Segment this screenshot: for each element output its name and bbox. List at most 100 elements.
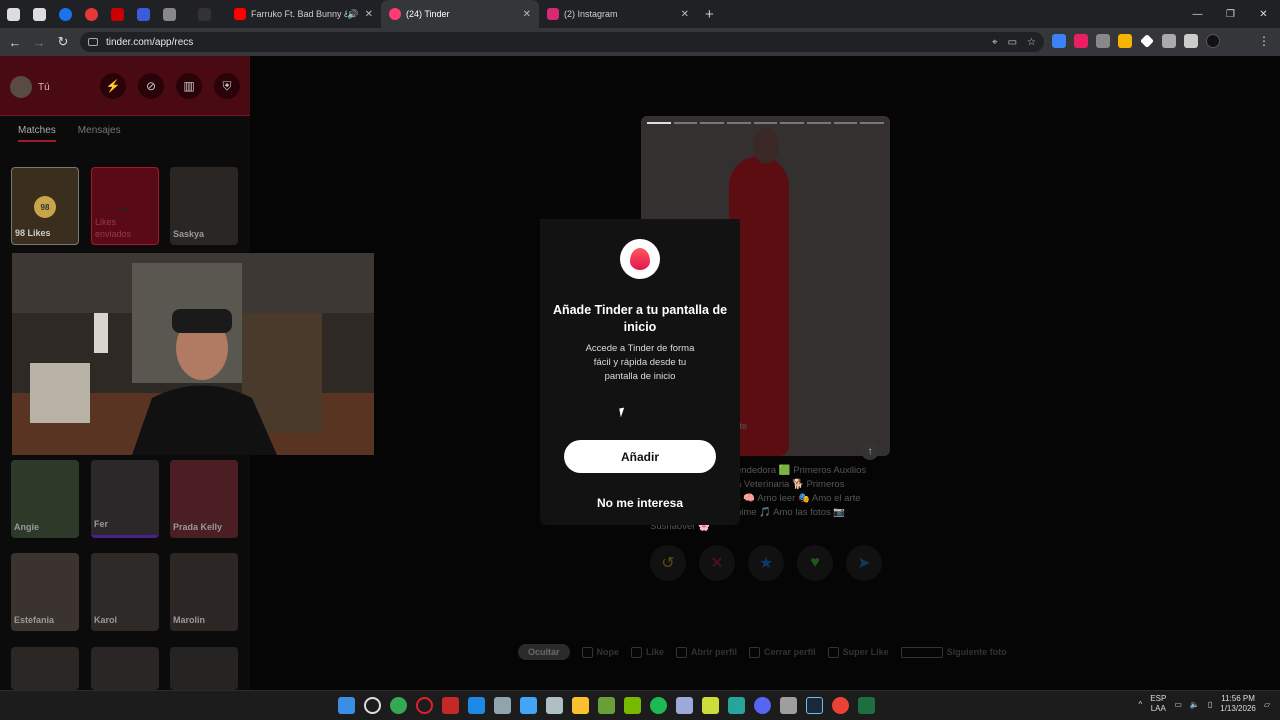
like-icon[interactable]: ♥ bbox=[797, 545, 833, 581]
back-button[interactable]: ← bbox=[3, 35, 27, 50]
open-profile-icon[interactable]: ↑ bbox=[861, 442, 879, 460]
menu-icon[interactable]: ⋮ bbox=[1258, 34, 1270, 48]
pinned-tab[interactable] bbox=[104, 0, 130, 28]
app-icon[interactable] bbox=[546, 697, 563, 714]
language-indicator[interactable]: ESP LAA bbox=[1150, 694, 1166, 714]
steam-icon[interactable] bbox=[806, 697, 823, 714]
super-like-icon[interactable]: ★ bbox=[748, 545, 784, 581]
reading-list-icon[interactable] bbox=[1184, 34, 1198, 48]
windows-start-icon[interactable] bbox=[338, 697, 355, 714]
extension-icon[interactable] bbox=[1118, 34, 1132, 48]
close-tab-icon[interactable]: ✕ bbox=[523, 9, 531, 20]
tab-youtube[interactable]: Farruko Ft. Bad Bunny & La 🔊 ✕ bbox=[226, 0, 381, 28]
match-card[interactable] bbox=[170, 647, 238, 690]
restore-button[interactable]: ❐ bbox=[1214, 0, 1247, 28]
battery-icon[interactable]: ▯ bbox=[1208, 700, 1212, 709]
app-icon[interactable] bbox=[702, 697, 719, 714]
match-card[interactable]: Saskya bbox=[170, 167, 238, 245]
tab-tinder[interactable]: (24) Tinder ✕ bbox=[381, 0, 539, 28]
search-icon[interactable] bbox=[364, 697, 381, 714]
photo-indicator[interactable] bbox=[700, 122, 725, 124]
pinned-tab[interactable] bbox=[78, 0, 104, 28]
bookmark-star-icon[interactable]: ☆ bbox=[1027, 37, 1036, 48]
explore-icon[interactable]: ⊘ bbox=[138, 73, 164, 99]
photo-indicator[interactable] bbox=[833, 122, 858, 124]
match-card[interactable]: Marolin bbox=[170, 553, 238, 631]
nvidia-icon[interactable] bbox=[624, 697, 641, 714]
tab-instagram[interactable]: (2) Instagram ✕ bbox=[539, 0, 697, 28]
extension-icon[interactable] bbox=[1096, 34, 1110, 48]
cast-icon[interactable]: ▭ bbox=[1008, 37, 1017, 48]
app-icon[interactable] bbox=[494, 697, 511, 714]
nope-icon[interactable]: ✕ bbox=[699, 545, 735, 581]
boost-icon[interactable]: ⚡ bbox=[100, 73, 126, 99]
clock[interactable]: 11:56 PM 1/13/2026 bbox=[1220, 694, 1256, 714]
photo-indicator[interactable] bbox=[753, 122, 778, 124]
volume-icon[interactable]: 🔈 bbox=[1190, 700, 1200, 709]
minimize-button[interactable]: — bbox=[1181, 0, 1214, 28]
opera-icon[interactable] bbox=[416, 697, 433, 714]
match-card[interactable] bbox=[11, 647, 79, 690]
reload-button[interactable]: ↻ bbox=[51, 34, 75, 50]
close-window-button[interactable]: ✕ bbox=[1247, 0, 1280, 28]
photo-indicator[interactable] bbox=[780, 122, 805, 124]
vpn-icon[interactable] bbox=[676, 697, 693, 714]
photo-indicator[interactable] bbox=[727, 122, 751, 124]
pinned-tab[interactable] bbox=[130, 0, 156, 28]
match-card[interactable]: Estefania bbox=[11, 553, 79, 631]
app-icon[interactable] bbox=[780, 697, 797, 714]
new-tab-button[interactable]: + bbox=[705, 6, 714, 23]
chrome-icon[interactable] bbox=[832, 697, 849, 714]
spotify-icon[interactable] bbox=[650, 697, 667, 714]
hide-hints-button[interactable]: Ocultar bbox=[518, 644, 570, 660]
app-icon[interactable] bbox=[598, 697, 615, 714]
photo-indicator[interactable] bbox=[673, 122, 698, 124]
photo-indicator[interactable] bbox=[647, 122, 671, 124]
match-card[interactable]: Prada Kelly bbox=[170, 460, 238, 538]
location-icon[interactable]: ⌖ bbox=[992, 37, 998, 48]
likes-sent-card[interactable]: ➜ Likes enviados bbox=[91, 167, 159, 245]
pinned-tab[interactable] bbox=[156, 0, 182, 28]
address-bar[interactable]: tinder.com/app/recs ⌖ ▭ ☆ bbox=[80, 32, 1044, 52]
app-icon[interactable] bbox=[442, 697, 459, 714]
match-card[interactable]: Fer bbox=[91, 460, 159, 538]
photo-indicator[interactable] bbox=[860, 122, 885, 124]
site-info-icon[interactable] bbox=[88, 38, 98, 46]
avatar[interactable] bbox=[1206, 34, 1220, 48]
not-interested-button[interactable]: No me interesa bbox=[540, 496, 740, 510]
pinned-tab[interactable] bbox=[0, 0, 26, 28]
file-explorer-icon[interactable] bbox=[572, 697, 589, 714]
match-card[interactable] bbox=[91, 647, 159, 690]
profile-label[interactable]: Tú bbox=[38, 82, 50, 93]
briefcase-icon[interactable]: ▥ bbox=[176, 73, 202, 99]
shield-icon[interactable]: ⛨ bbox=[214, 73, 240, 99]
extension-icon[interactable] bbox=[1052, 34, 1066, 48]
excel-icon[interactable] bbox=[858, 697, 875, 714]
forward-button[interactable]: → bbox=[27, 35, 51, 50]
likes-card[interactable]: 98 98 Likes bbox=[11, 167, 79, 245]
match-card[interactable]: Angie bbox=[11, 460, 79, 538]
puzzle-icon[interactable] bbox=[1162, 34, 1176, 48]
chrome-icon[interactable] bbox=[390, 697, 407, 714]
photo-indicator[interactable] bbox=[807, 122, 831, 124]
add-button[interactable]: Añadir bbox=[564, 440, 716, 473]
network-icon[interactable]: ▭ bbox=[1174, 700, 1182, 709]
app-icon[interactable] bbox=[728, 697, 745, 714]
close-tab-icon[interactable]: ✕ bbox=[365, 9, 373, 20]
pinned-tab[interactable] bbox=[182, 0, 226, 28]
pinned-tab[interactable] bbox=[26, 0, 52, 28]
tab-matches[interactable]: Matches bbox=[18, 125, 56, 142]
chevron-up-icon[interactable]: ^ bbox=[1139, 700, 1143, 709]
extension-icon[interactable] bbox=[1140, 34, 1154, 48]
tab-messages[interactable]: Mensajes bbox=[78, 125, 121, 142]
close-tab-icon[interactable]: ✕ bbox=[681, 9, 689, 20]
notification-icon[interactable]: ▱ bbox=[1264, 700, 1270, 709]
photos-icon[interactable] bbox=[520, 697, 537, 714]
boost-send-icon[interactable]: ➤ bbox=[846, 545, 882, 581]
discord-icon[interactable] bbox=[754, 697, 771, 714]
match-card[interactable]: Karol bbox=[91, 553, 159, 631]
rewind-icon[interactable]: ↺ bbox=[650, 545, 686, 581]
defender-icon[interactable] bbox=[468, 697, 485, 714]
pinned-tab[interactable] bbox=[52, 0, 78, 28]
avatar[interactable] bbox=[10, 76, 32, 98]
